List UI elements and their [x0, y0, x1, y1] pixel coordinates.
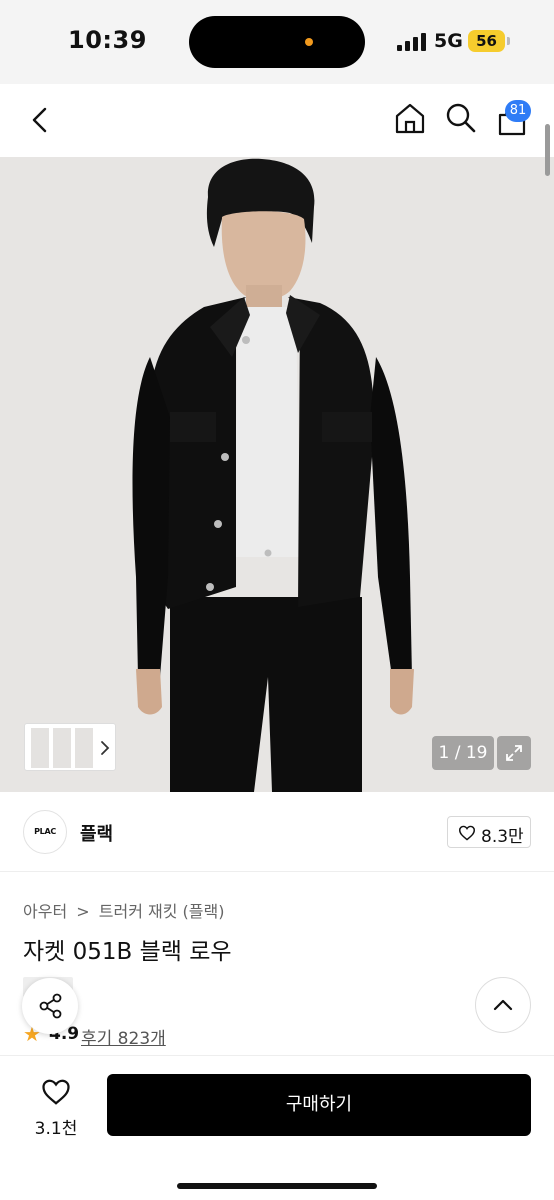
status-bar: 10:39 5G 56	[0, 0, 554, 84]
top-nav-bar	[0, 84, 554, 157]
breadcrumb: 아우터 > 트러커 재킷 (플랙)	[23, 898, 224, 922]
camera-indicator-dot	[305, 38, 313, 46]
home-indicator	[177, 1183, 377, 1189]
wishlist-button[interactable]: 3.1천	[22, 1074, 90, 1139]
dynamic-island	[189, 16, 365, 68]
buy-button[interactable]: 구매하기	[107, 1074, 531, 1136]
expand-icon	[506, 745, 522, 761]
breadcrumb-subcategory[interactable]: 트러커 재킷 (플랙)	[99, 898, 225, 922]
thumbnail-image[interactable]	[31, 728, 49, 768]
product-image-gallery[interactable]: 1 / 19	[0, 157, 554, 792]
image-counter: 1 / 19	[432, 736, 494, 770]
thumbnail-image[interactable]	[75, 728, 93, 768]
chevron-right-icon[interactable]	[99, 740, 111, 756]
scrollbar[interactable]	[545, 124, 550, 176]
search-icon[interactable]	[445, 102, 477, 134]
review-count-link[interactable]: 후기 823개	[81, 1024, 166, 1049]
battery-icon: 56	[468, 30, 505, 52]
cart-count-badge: 81	[505, 100, 531, 122]
brand-row: PLAC 플랙 8.3만	[0, 792, 554, 872]
brand-like-count: 8.3만	[481, 827, 524, 847]
heart-icon	[42, 1079, 70, 1105]
brand-name[interactable]: 플랙	[80, 820, 113, 846]
wishlist-count: 3.1천	[34, 1119, 78, 1139]
battery-tip	[507, 37, 510, 45]
breadcrumb-separator: >	[76, 902, 90, 921]
product-photo	[0, 157, 554, 792]
back-icon[interactable]	[28, 106, 52, 134]
share-button[interactable]	[22, 978, 78, 1034]
network-type: 5G	[434, 30, 463, 52]
thumbnail-image[interactable]	[53, 728, 71, 768]
product-title: 자켓 051B 블랙 로우	[23, 939, 232, 965]
brand-logo[interactable]: PLAC	[23, 810, 67, 854]
share-icon	[39, 993, 62, 1019]
chevron-up-icon	[493, 999, 513, 1011]
signal-icon	[397, 33, 427, 51]
status-time: 10:39	[68, 26, 147, 54]
brand-like-button[interactable]: 8.3만	[447, 816, 531, 848]
expand-button[interactable]	[497, 736, 531, 770]
scroll-to-top-button[interactable]	[475, 977, 531, 1033]
heart-icon	[458, 825, 476, 841]
breadcrumb-category[interactable]: 아우터	[23, 898, 67, 922]
thumbnail-strip[interactable]	[24, 723, 116, 771]
purchase-bar: 3.1천 구매하기	[0, 1055, 554, 1200]
home-icon[interactable]	[393, 101, 427, 135]
